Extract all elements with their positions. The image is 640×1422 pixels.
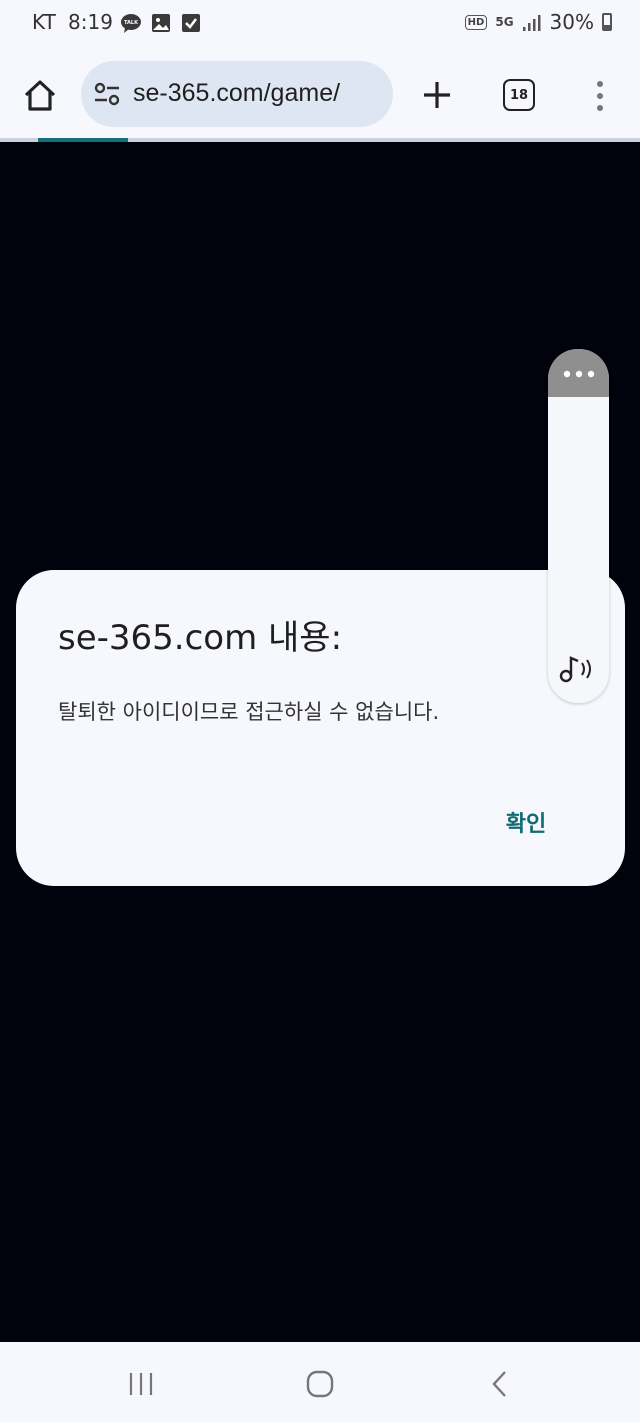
tab-switcher-button[interactable]: 18 [503,79,535,111]
carrier-label: KT [32,10,56,34]
more-horizontal-icon[interactable] [562,370,596,378]
recent-apps-icon[interactable] [126,1370,156,1398]
tab-count: 18 [509,87,529,103]
more-options-icon[interactable] [588,76,612,116]
sound-playing-icon[interactable] [558,651,598,685]
system-indicators: HD 5G 30% [464,10,612,34]
new-tab-button[interactable] [418,76,456,114]
network-type: 5G [495,15,514,29]
image-icon [152,14,170,32]
home-nav-icon[interactable] [305,1369,335,1399]
page-load-progress-fill [38,138,128,142]
status-bar: KT 8:19 TALK HD 5G 30% [0,0,640,48]
floating-side-panel[interactable] [548,349,609,703]
home-button[interactable] [20,76,60,116]
page-load-progress [0,138,640,142]
dialog-title: se-365.com 내용: [58,618,343,658]
dialog-message: 탈퇴한 아이디이므로 접근하실 수 없습니다. [58,700,440,724]
signal-icon [522,15,541,31]
checkbox-icon [182,14,200,32]
browser-toolbar: se-365.com/game/ 18 [0,48,640,140]
system-navigation-bar [0,1342,640,1422]
site-settings-icon[interactable] [93,81,121,107]
notification-icons: TALK [120,12,202,34]
side-panel-handle[interactable] [548,349,609,397]
talk-icon: TALK [121,14,141,33]
address-bar[interactable]: se-365.com/game/ [81,61,393,127]
battery-icon [602,13,612,31]
confirm-button[interactable]: 확인 [486,800,566,844]
alert-dialog: se-365.com 내용: 탈퇴한 아이디이므로 접근하실 수 없습니다. 확… [16,570,625,886]
back-nav-icon[interactable] [488,1369,512,1399]
svg-text:TALK: TALK [124,20,139,26]
battery-percent: 30% [549,10,594,34]
url-text[interactable]: se-365.com/game/ [133,79,340,108]
hd-voice-badge: HD [464,14,488,30]
status-time: 8:19 [68,10,113,34]
